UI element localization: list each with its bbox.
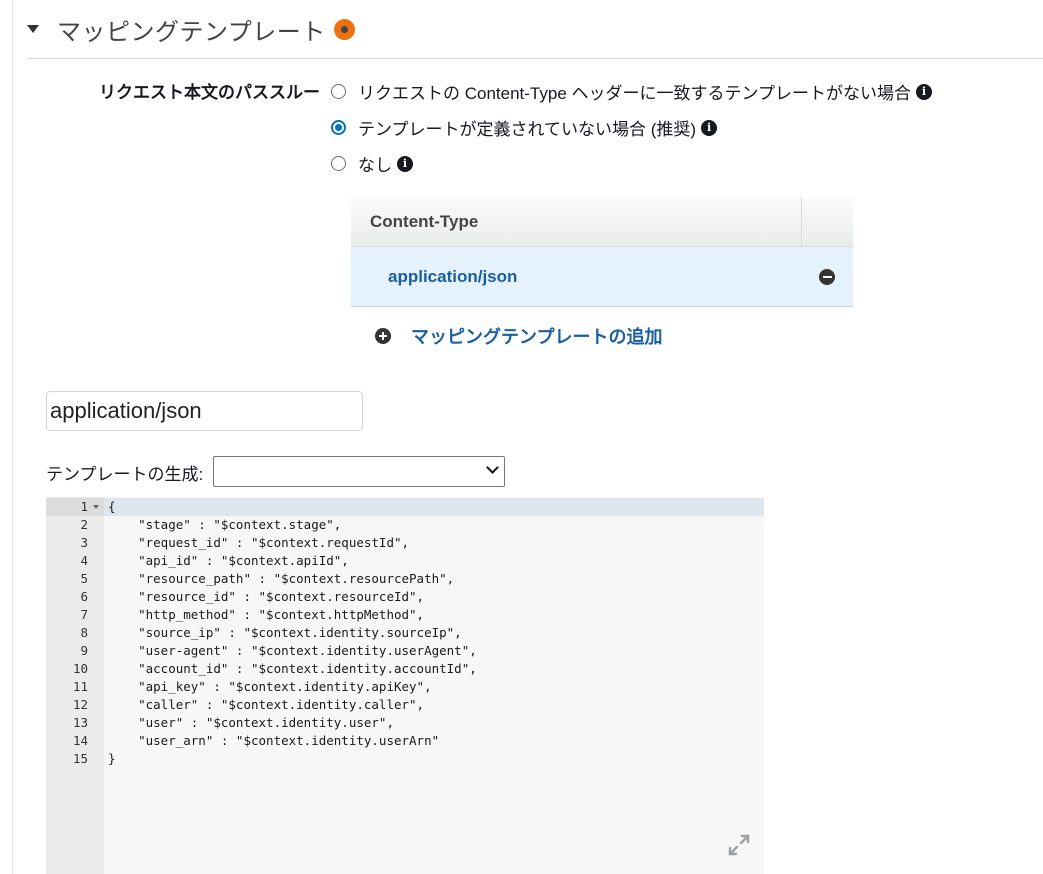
- table-header: Content-Type: [351, 197, 853, 247]
- content-type-link[interactable]: application/json: [388, 267, 819, 287]
- code-line[interactable]: 13 "user" : "$context.identity.user",: [46, 714, 764, 732]
- code-text: "user" : "$context.identity.user",: [108, 715, 394, 730]
- code-text: "stage" : "$context.stage",: [108, 517, 342, 532]
- code-line[interactable]: 15}: [46, 750, 764, 768]
- code-line[interactable]: 7 "http_method" : "$context.httpMethod",: [46, 606, 764, 624]
- divider: [27, 58, 1043, 59]
- line-number: 15: [72, 751, 88, 766]
- line-number: 14: [72, 733, 88, 748]
- line-number: 2: [80, 517, 88, 532]
- radio-button[interactable]: [331, 84, 346, 99]
- code-text: "http_method" : "$context.httpMethod",: [108, 607, 425, 622]
- content-type-table: Content-Type application/json: [351, 197, 853, 307]
- line-number: 3: [80, 535, 88, 550]
- code-text: "api_key" : "$context.identity.apiKey",: [108, 679, 432, 694]
- radio-option-never[interactable]: なし i: [331, 151, 413, 176]
- table-row[interactable]: application/json: [351, 247, 853, 307]
- line-number: 7: [80, 607, 88, 622]
- code-line[interactable]: 5 "resource_path" : "$context.resourcePa…: [46, 570, 764, 588]
- radio-button-checked[interactable]: [331, 120, 346, 135]
- info-icon[interactable]: i: [916, 83, 932, 100]
- code-line[interactable]: 2 "stage" : "$context.stage",: [46, 516, 764, 534]
- line-number: 11: [72, 679, 88, 694]
- code-text: "request_id" : "$context.requestId",: [108, 535, 410, 550]
- line-number: 12: [72, 697, 88, 712]
- radio-label: なし: [358, 156, 392, 175]
- expand-icon[interactable]: [727, 833, 751, 857]
- code-text: "resource_id" : "$context.resourceId",: [108, 589, 425, 604]
- code-line[interactable]: 11 "api_key" : "$context.identity.apiKey…: [46, 678, 764, 696]
- radio-option-no-match[interactable]: リクエストの Content-Type ヘッダーに一致するテンプレートがない場合…: [331, 79, 932, 104]
- radio-label: リクエストの Content-Type ヘッダーに一致するテンプレートがない場合: [358, 84, 911, 103]
- code-line[interactable]: 12 "caller" : "$context.identity.caller"…: [46, 696, 764, 714]
- line-number: 6: [80, 589, 88, 604]
- radio-button[interactable]: [331, 156, 346, 171]
- column-header-content-type: Content-Type: [370, 211, 479, 231]
- minus-circle-icon[interactable]: [819, 268, 835, 285]
- code-line[interactable]: 8 "source_ip" : "$context.identity.sourc…: [46, 624, 764, 642]
- line-number: 9: [80, 643, 88, 658]
- line-number: 1: [80, 499, 88, 514]
- code-line[interactable]: 9 "user-agent" : "$context.identity.user…: [46, 642, 764, 660]
- code-line[interactable]: 1{: [46, 498, 764, 516]
- section-title: マッピングテンプレート: [57, 18, 326, 46]
- code-text: "user_arn" : "$context.identity.userArn": [108, 733, 440, 748]
- code-text: "resource_path" : "$context.resourcePath…: [108, 571, 455, 586]
- code-line[interactable]: 10 "account_id" : "$context.identity.acc…: [46, 660, 764, 678]
- info-icon[interactable]: i: [397, 155, 413, 172]
- code-line[interactable]: 6 "resource_id" : "$context.resourceId",: [46, 588, 764, 606]
- radio-label: テンプレートが定義されていない場合 (推奨): [358, 120, 697, 139]
- caret-down-icon[interactable]: [27, 25, 39, 33]
- chevron-down-icon: [486, 461, 499, 474]
- plus-circle-icon[interactable]: [375, 328, 391, 344]
- code-line[interactable]: 4 "api_id" : "$context.apiId",: [46, 552, 764, 570]
- code-text: "api_id" : "$context.apiId",: [108, 553, 349, 568]
- line-number: 10: [72, 661, 88, 676]
- code-text: {: [108, 499, 116, 514]
- panel-border: [12, 0, 13, 874]
- add-mapping-template-label[interactable]: マッピングテンプレートの追加: [411, 323, 662, 349]
- content-type-input[interactable]: [46, 391, 363, 431]
- code-text: "user-agent" : "$context.identity.userAg…: [108, 643, 477, 658]
- info-icon[interactable]: i: [701, 119, 718, 136]
- line-number: 8: [80, 625, 88, 640]
- column-header-actions: [801, 197, 853, 246]
- line-number: 4: [80, 553, 88, 568]
- passthrough-label: リクエスト本文のパススルー: [99, 83, 320, 102]
- add-mapping-template-button[interactable]: マッピングテンプレートの追加: [375, 323, 662, 349]
- code-text: "source_ip" : "$context.identity.sourceI…: [108, 625, 462, 640]
- code-line[interactable]: 14 "user_arn" : "$context.identity.userA…: [46, 732, 764, 750]
- code-text: }: [108, 751, 116, 766]
- fold-arrow-icon[interactable]: [93, 505, 99, 509]
- generate-template-label: テンプレートの生成:: [46, 465, 204, 484]
- template-code-editor[interactable]: 1{2 "stage" : "$context.stage", 3 "reques…: [46, 497, 764, 874]
- section-header[interactable]: マッピングテンプレート: [22, 12, 355, 46]
- method-integration-panel: マッピングテンプレート リクエスト本文のパススルー リクエストの Content…: [0, 0, 1043, 874]
- code-text: "caller" : "$context.identity.caller",: [108, 697, 425, 712]
- line-number: 13: [72, 715, 88, 730]
- generate-template-select[interactable]: [213, 456, 505, 487]
- radio-option-no-template[interactable]: テンプレートが定義されていない場合 (推奨) i: [331, 115, 718, 140]
- line-number: 5: [80, 571, 88, 586]
- code-text: "account_id" : "$context.identity.accoun…: [108, 661, 477, 676]
- code-line[interactable]: 3 "request_id" : "$context.requestId",: [46, 534, 764, 552]
- status-dot-icon: [333, 18, 355, 40]
